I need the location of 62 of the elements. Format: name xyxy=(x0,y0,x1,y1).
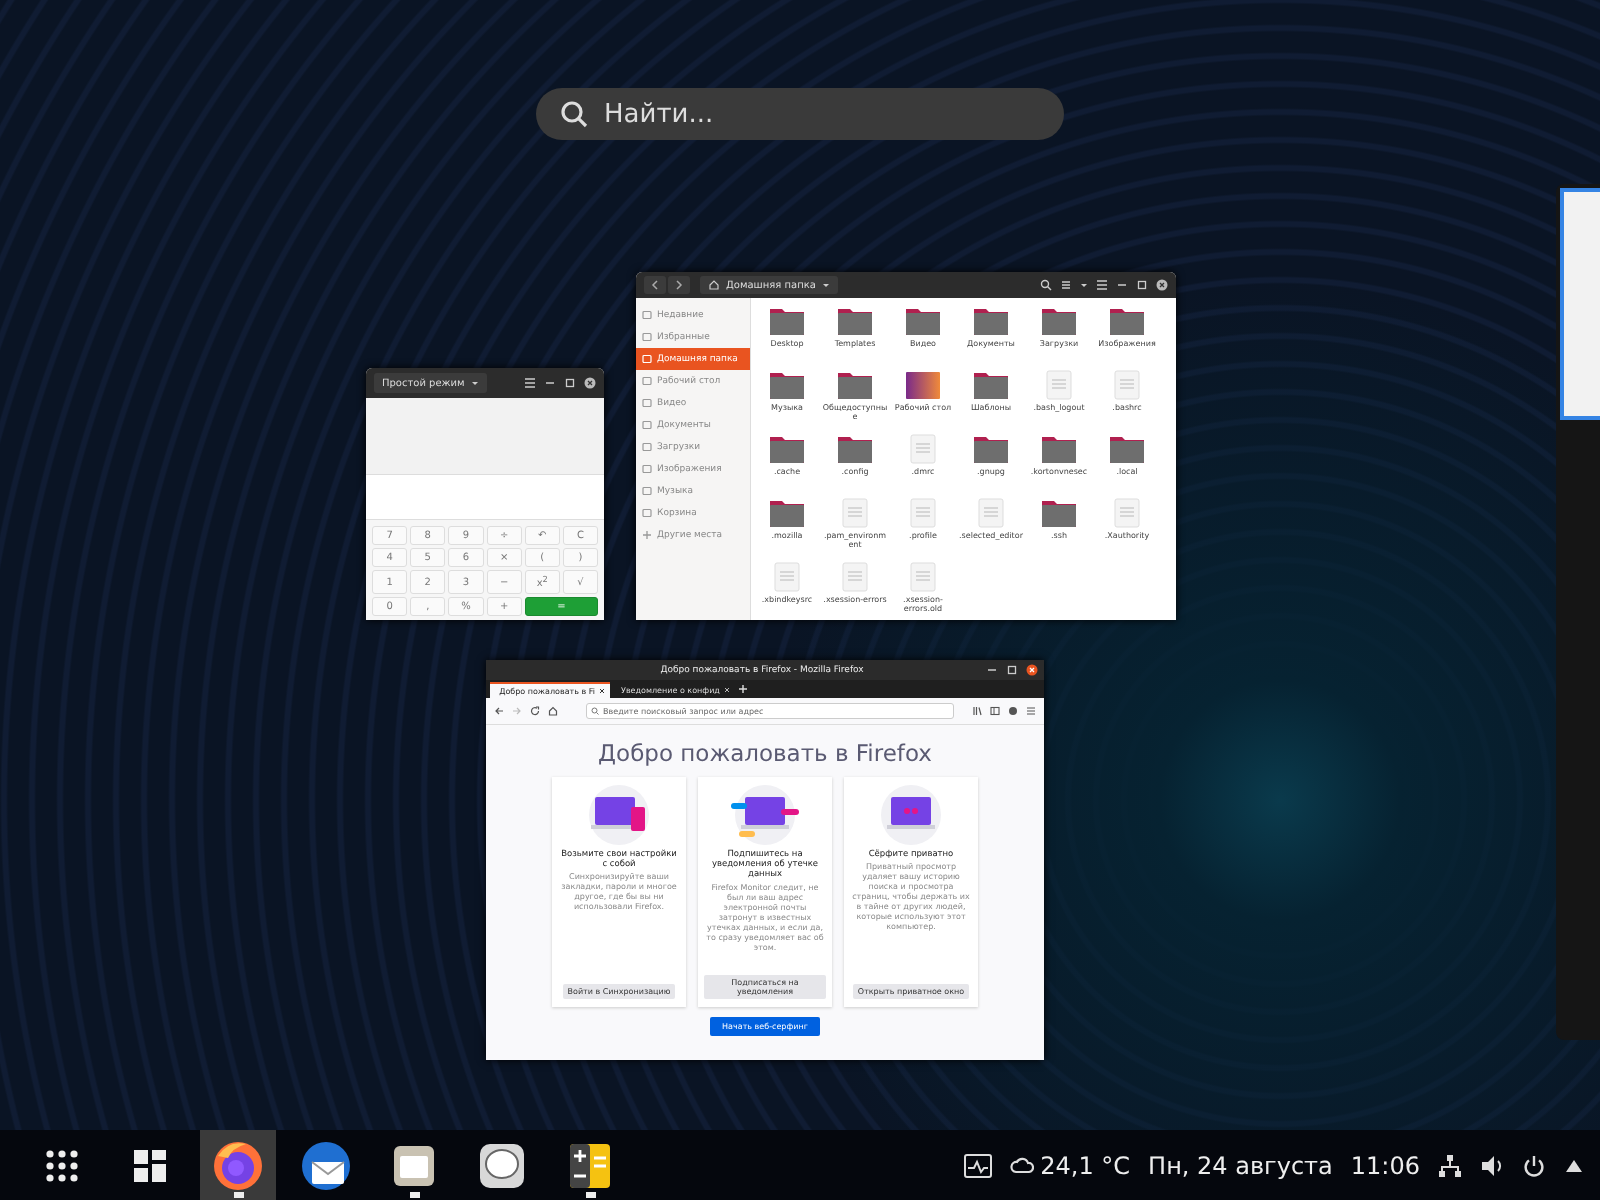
folder-icon[interactable] xyxy=(1041,434,1077,464)
running-indicator xyxy=(234,1192,244,1198)
folder-icon[interactable] xyxy=(905,370,941,400)
volume-icon[interactable] xyxy=(1480,1153,1504,1177)
search-field[interactable]: Найти... xyxy=(536,88,1064,140)
calculator-icon xyxy=(564,1139,616,1191)
caret-icon xyxy=(470,379,479,387)
clock-label[interactable]: 11:06 xyxy=(1350,1151,1420,1179)
folder-icon[interactable] xyxy=(1041,306,1077,336)
maximize-icon[interactable] xyxy=(1136,279,1148,291)
search-icon[interactable] xyxy=(1040,279,1052,291)
tiles-icon xyxy=(130,1145,170,1185)
folder-icon[interactable] xyxy=(1041,498,1077,528)
minimize-icon[interactable] xyxy=(544,377,556,389)
power-icon[interactable] xyxy=(1522,1153,1546,1177)
running-indicator xyxy=(586,1192,596,1198)
chevron-left-icon xyxy=(650,279,660,291)
dock-item[interactable] xyxy=(200,1130,276,1200)
running-indicator xyxy=(410,1192,420,1198)
folder-icon[interactable] xyxy=(1109,434,1145,464)
minimize-icon[interactable] xyxy=(1116,279,1128,291)
weather-indicator[interactable]: 24,1 °C xyxy=(1010,1151,1131,1179)
fox-globe-icon xyxy=(212,1139,264,1191)
folder-icon[interactable] xyxy=(769,434,805,464)
workspace-preview[interactable] xyxy=(1556,184,1600,1040)
input-field[interactable] xyxy=(366,475,604,520)
list-view-icon[interactable] xyxy=(1060,279,1072,291)
folder-icon[interactable] xyxy=(769,498,805,528)
laptop-drawing xyxy=(725,785,805,845)
folder-icon[interactable] xyxy=(973,306,1009,336)
page-heading: Добро пожаловать в Firefox xyxy=(598,741,932,767)
folder-icon[interactable] xyxy=(837,370,873,400)
caret-icon xyxy=(821,281,830,289)
close-icon[interactable] xyxy=(1156,279,1168,291)
cloud-icon xyxy=(1010,1153,1035,1177)
chevron-right-icon xyxy=(674,279,684,291)
plus-icon[interactable] xyxy=(738,684,748,694)
date-label[interactable]: Пн, 24 августа xyxy=(1148,1151,1333,1179)
maximize-icon[interactable] xyxy=(1006,664,1018,676)
caret-icon[interactable] xyxy=(1080,281,1088,289)
folder-icon[interactable] xyxy=(973,434,1009,464)
folder-icon[interactable] xyxy=(837,306,873,336)
back-button[interactable] xyxy=(644,276,666,294)
maximize-icon[interactable] xyxy=(564,377,576,389)
speech-bubble-icon xyxy=(476,1139,528,1191)
arrow-up-icon[interactable] xyxy=(1564,1157,1584,1173)
forward-button[interactable] xyxy=(668,276,690,294)
app-grid-icon xyxy=(42,1145,82,1185)
folder-icon[interactable] xyxy=(1109,306,1145,336)
search-icon xyxy=(560,100,588,128)
close-icon[interactable] xyxy=(584,377,596,389)
minimize-icon[interactable] xyxy=(986,664,998,676)
folder-icon[interactable] xyxy=(769,370,805,400)
account-icon[interactable] xyxy=(1008,706,1018,716)
folder-icon[interactable] xyxy=(973,370,1009,400)
folder-icon[interactable] xyxy=(905,306,941,336)
window-thumbnail[interactable] xyxy=(1560,188,1600,420)
network-icon[interactable] xyxy=(1438,1153,1462,1177)
system-monitor-icon[interactable] xyxy=(964,1153,993,1177)
folder-icon[interactable] xyxy=(837,434,873,464)
plus-icon xyxy=(642,530,652,540)
folder-icon[interactable] xyxy=(769,306,805,336)
